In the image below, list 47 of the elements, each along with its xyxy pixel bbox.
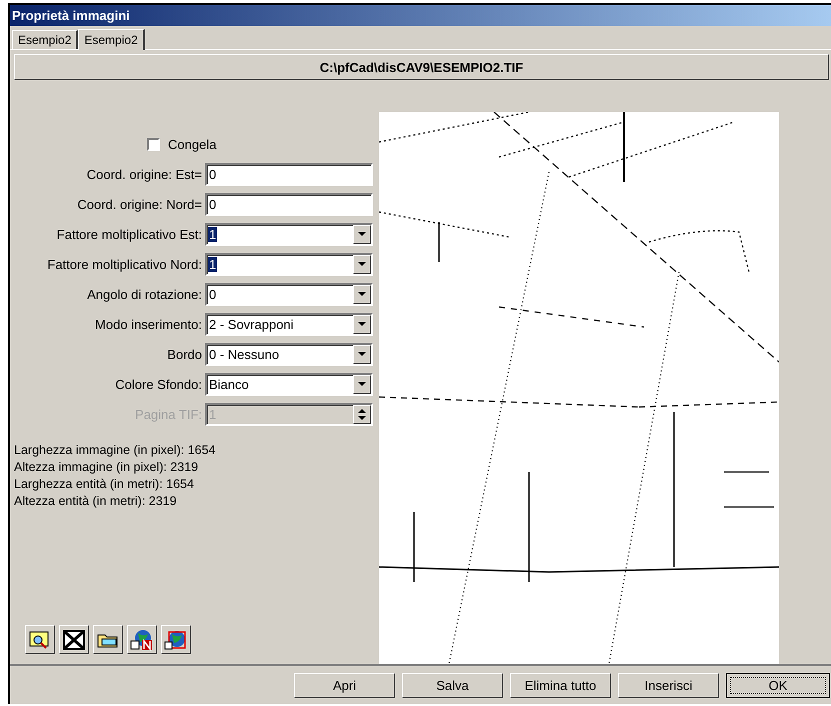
checkbox[interactable] bbox=[147, 138, 160, 150]
toolbar-button[interactable] bbox=[93, 625, 123, 654]
globe-grid-icon bbox=[164, 628, 188, 650]
dialog-button[interactable]: Inserisci bbox=[618, 672, 719, 698]
tab[interactable]: Esempio2 bbox=[12, 30, 78, 49]
field-label: Fattore moltiplicativo Nord: bbox=[46, 256, 203, 272]
dialog-button[interactable]: Elimina tutto bbox=[510, 672, 611, 698]
info-text: Larghezza immagine (in pixel): 1654 bbox=[14, 443, 216, 457]
dropdown-arrow-icon bbox=[358, 292, 366, 296]
combo-box[interactable]: 1 bbox=[205, 222, 373, 246]
input-field[interactable]: 0 bbox=[205, 162, 373, 186]
dropdown-arrow-icon bbox=[358, 232, 366, 236]
field-label: Bordo bbox=[166, 346, 203, 362]
dropdown-arrow-icon bbox=[358, 322, 366, 326]
field-label: Coord. origine: Nord= bbox=[76, 196, 203, 212]
globe-new-icon bbox=[130, 628, 154, 650]
combo-box[interactable]: 0 bbox=[205, 282, 373, 306]
combo-box[interactable]: Bianco bbox=[205, 372, 373, 396]
field-label: Coord. origine: Est= bbox=[86, 166, 203, 182]
info-text: Larghezza entità (in metri): 1654 bbox=[14, 477, 195, 491]
dialog-button[interactable]: OK bbox=[726, 672, 830, 698]
dropdown-arrow-icon bbox=[358, 352, 366, 356]
toolbar-button[interactable] bbox=[127, 625, 157, 654]
toolbar-button[interactable] bbox=[161, 625, 191, 654]
field-label: Angolo di rotazione: bbox=[86, 286, 203, 302]
file-path-header: C:\pfCad\disCAV9\ESEMPIO2.TIF bbox=[14, 54, 829, 80]
dropdown-arrow-icon bbox=[358, 262, 366, 266]
spin-arrows-icon bbox=[358, 408, 366, 420]
delete-icon bbox=[63, 630, 85, 650]
combo-box[interactable]: 2 - Sovrapponi bbox=[205, 312, 373, 336]
dropdown-arrow-icon bbox=[358, 382, 366, 386]
info-text: Altezza entità (in metri): 2319 bbox=[14, 494, 178, 508]
window-title: Proprietà immagini bbox=[10, 5, 831, 26]
checkbox-label: Congela bbox=[168, 136, 216, 152]
input-field[interactable]: 0 bbox=[205, 192, 373, 216]
combo-box[interactable]: 1 bbox=[205, 252, 373, 276]
zoom-image-icon bbox=[29, 630, 51, 650]
field-label: Modo inserimento: bbox=[94, 316, 203, 332]
field-label: Colore Sfondo: bbox=[114, 376, 203, 392]
toolbar-button[interactable] bbox=[59, 625, 89, 654]
combo-box[interactable]: 0 - Nessuno bbox=[205, 342, 373, 366]
toolbar-button[interactable] bbox=[25, 625, 55, 654]
dialog-button[interactable]: Salva bbox=[402, 672, 503, 698]
info-text: Altezza immagine (in pixel): 2319 bbox=[14, 460, 200, 474]
field-label: Fattore moltiplicativo Est: bbox=[56, 226, 203, 242]
dialog-button[interactable]: Apri bbox=[294, 672, 395, 698]
tab[interactable]: Esempio2 bbox=[78, 29, 145, 50]
